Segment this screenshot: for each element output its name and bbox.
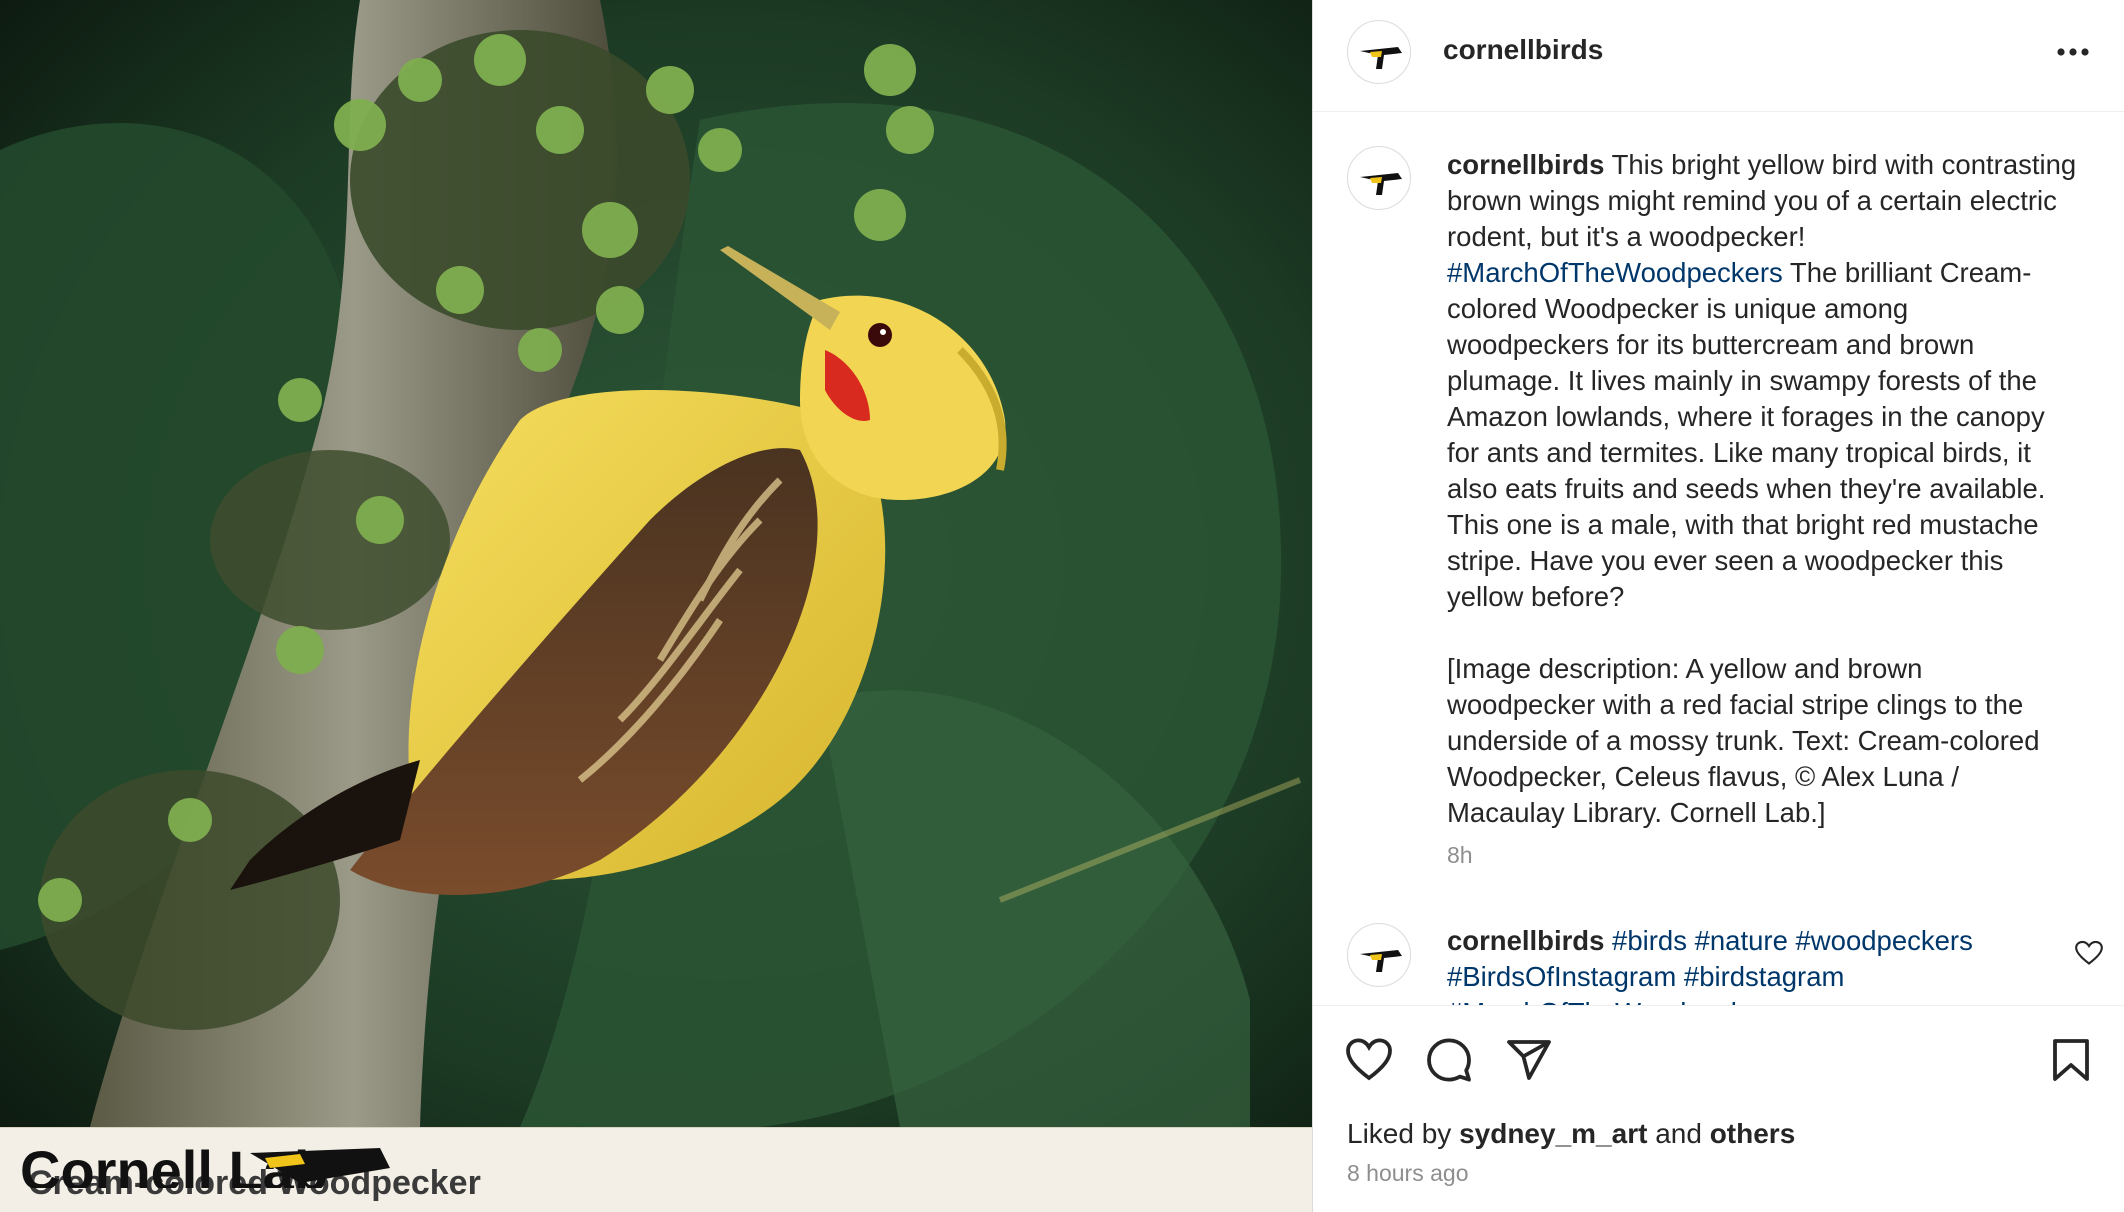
- post-time-ago[interactable]: 8 hours ago: [1347, 1160, 1468, 1187]
- avatar[interactable]: [1347, 20, 1411, 84]
- hashtag-link[interactable]: #woodpeckers: [1796, 925, 1973, 956]
- comment-button[interactable]: [1425, 1036, 1473, 1084]
- comment-like-button[interactable]: [2075, 940, 2103, 966]
- comment-bubble-icon: [1427, 1038, 1471, 1082]
- post-photo[interactable]: Cream-colored Woodpecker Cornell Lab: [0, 0, 1312, 1212]
- others-link[interactable]: others: [1710, 1118, 1796, 1149]
- paper-plane-icon: [1507, 1040, 1551, 1080]
- hashtag-link[interactable]: #nature: [1695, 925, 1788, 956]
- hashtag-comment: cornellbirds #birds #nature #woodpeckers…: [1447, 923, 2047, 1005]
- hashtag-link[interactable]: #BirdsOfInstagram: [1447, 961, 1676, 992]
- caption-text-2: The brilliant Cream-colored Woodpecker i…: [1447, 257, 2046, 612]
- caption-avatar[interactable]: [1347, 146, 1411, 210]
- heart-icon: [2075, 940, 2103, 965]
- hashtag-link[interactable]: #MarchOfTheWoodpeckers: [1447, 997, 1783, 1005]
- cornell-lab-logo: Cornell Lab: [20, 1139, 390, 1188]
- cornell-bird-logo-icon: [1360, 950, 1402, 972]
- hashtag-link[interactable]: #birdstagram: [1684, 961, 1845, 992]
- like-button[interactable]: [1345, 1036, 1393, 1084]
- comment-avatar[interactable]: [1347, 923, 1411, 987]
- comment-username[interactable]: cornellbirds: [1447, 925, 1604, 956]
- image-description: [Image description: A yellow and brown w…: [1447, 653, 2040, 828]
- liked-by-user-link[interactable]: sydney_m_art: [1459, 1118, 1647, 1149]
- likes-summary: Liked by sydney_m_art and others: [1347, 1118, 1795, 1150]
- post-caption: cornellbirds This bright yellow bird wit…: [1447, 147, 2077, 831]
- header-username[interactable]: cornellbirds: [1443, 34, 1603, 66]
- bookmark-icon: [2053, 1039, 2089, 1081]
- cornell-bird-logo-icon: [1360, 47, 1402, 69]
- caption-timestamp[interactable]: 8h: [1447, 842, 1473, 869]
- woodpecker-photo-illustration: [0, 0, 1312, 1127]
- more-options-button[interactable]: [2049, 36, 2097, 66]
- ellipsis-icon: [2057, 48, 2089, 56]
- likes-prefix: Liked by: [1347, 1118, 1452, 1149]
- comments-section: cornellbirds This bright yellow bird wit…: [1313, 113, 2124, 1005]
- post-panel: cornellbirds cornellbirds This bright ye…: [1312, 0, 2124, 1212]
- heart-icon: [1346, 1038, 1392, 1081]
- photo-caption-strip: Cream-colored Woodpecker Cornell Lab: [0, 1127, 1312, 1212]
- cornell-bird-logo-icon: [1360, 173, 1402, 195]
- post-header: cornellbirds: [1313, 0, 2124, 112]
- hashtag-link[interactable]: #birds: [1612, 925, 1687, 956]
- post-actions: Liked by sydney_m_art and others 8 hours…: [1313, 1005, 2124, 1212]
- caption-username[interactable]: cornellbirds: [1447, 149, 1604, 180]
- share-button[interactable]: [1505, 1036, 1553, 1084]
- likes-and: and: [1655, 1118, 1702, 1149]
- save-button[interactable]: [2047, 1036, 2095, 1084]
- hashtag-link[interactable]: #MarchOfTheWoodpeckers: [1447, 257, 1783, 288]
